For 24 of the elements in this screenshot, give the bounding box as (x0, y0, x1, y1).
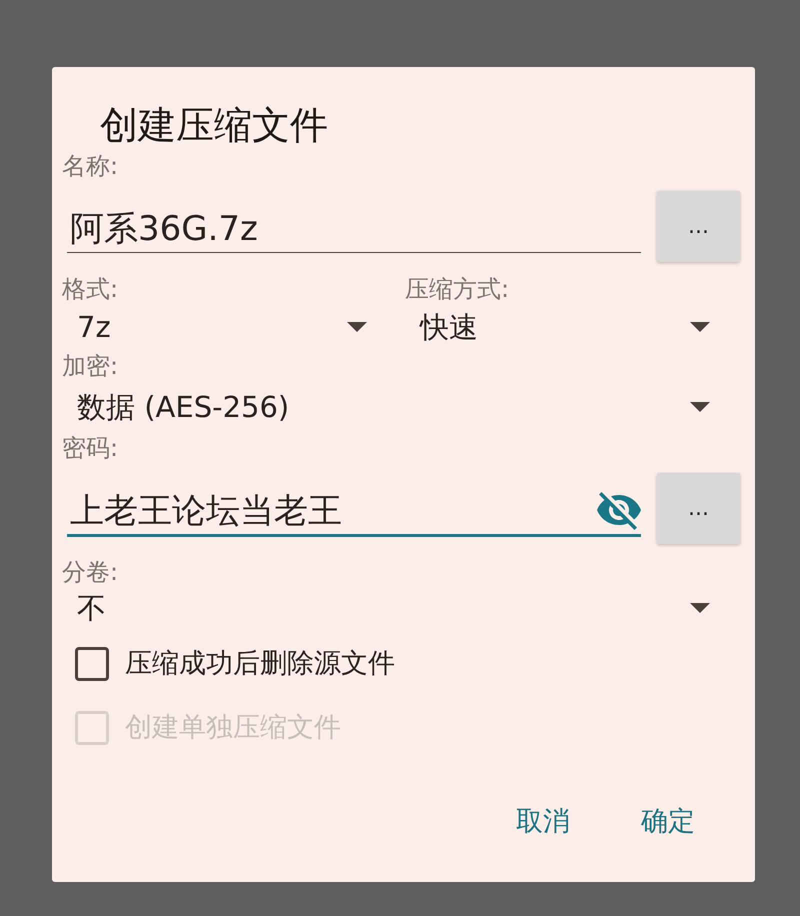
field-label: 分卷: (62, 558, 118, 586)
dropdown[interactable]: 不 (62, 590, 740, 626)
field-label: 压缩方式: (405, 275, 510, 303)
password-field[interactable]: 上老王论坛当老王 (67, 473, 641, 537)
checkbox-label: 压缩成功后删除源文件 (125, 647, 395, 681)
field-label: 密码: (62, 434, 118, 462)
dropdown[interactable]: 快速 (405, 309, 740, 345)
caret-icon (690, 603, 710, 613)
browse-button[interactable]: ... (657, 473, 740, 544)
dropdown[interactable]: 数据 (AES-256) (62, 389, 740, 425)
dialog-title: 创建压缩文件 (100, 102, 328, 148)
field-label: 名称: (62, 152, 118, 180)
eye-slash-icon[interactable] (597, 492, 641, 530)
name-field[interactable]: 阿系36G.7z (67, 191, 641, 253)
caret-icon (690, 402, 710, 412)
dialog-button[interactable]: 确定 (625, 798, 711, 846)
dialog-button[interactable]: 取消 (500, 798, 586, 846)
checkbox[interactable] (75, 647, 109, 681)
caret-icon (347, 322, 367, 332)
caret-icon (690, 322, 710, 332)
browse-button[interactable]: ... (657, 191, 740, 262)
field-label: 格式: (62, 275, 118, 303)
dropdown[interactable]: 7z (62, 309, 397, 345)
field-label: 加密: (62, 352, 118, 380)
